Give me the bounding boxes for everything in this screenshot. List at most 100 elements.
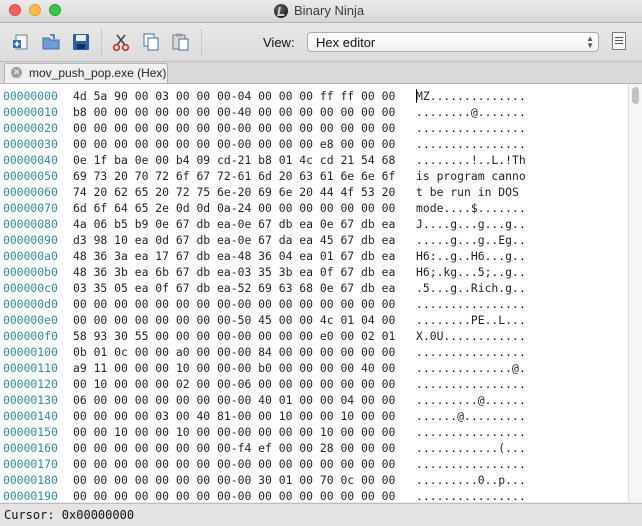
hex-row-bytes[interactable]: d3 98 10 ea 0d 67 db ea-0e 67 da ea 45 6… <box>73 232 395 248</box>
hex-row-address: 000000a0 <box>3 249 58 263</box>
hex-row-address: 00000040 <box>3 153 58 167</box>
cursor-status: Cursor: 0x00000000 <box>4 508 135 522</box>
hex-row-ascii[interactable]: ........@....... <box>416 104 526 120</box>
hex-row-bytes[interactable]: 69 73 20 70 72 6f 67 72-61 6d 20 63 61 6… <box>73 168 395 184</box>
window-title: Binary Ninja <box>294 3 365 18</box>
hex-row-ascii[interactable]: ................ <box>416 488 526 502</box>
hex-row-bytes[interactable]: 03 35 05 ea 0f 67 db ea-52 69 63 68 0e 6… <box>73 280 395 296</box>
hex-row-ascii[interactable]: ................ <box>416 456 526 472</box>
hex-row-ascii[interactable]: is program canno <box>416 168 526 184</box>
hex-row-address: 00000010 <box>3 105 58 119</box>
hex-row-address: 00000080 <box>3 217 58 231</box>
hex-row-ascii[interactable]: .........0..p... <box>416 472 526 488</box>
save-icon[interactable] <box>71 32 91 52</box>
close-tab-icon[interactable]: ✕ <box>11 67 22 78</box>
hex-row-bytes[interactable]: 48 36 3b ea 6b 67 db ea-03 35 3b ea 0f 6… <box>73 264 395 280</box>
hex-row-ascii[interactable]: mode....$....... <box>416 200 526 216</box>
new-file-icon[interactable] <box>12 32 32 52</box>
hex-row-address: 00000130 <box>3 393 58 407</box>
hex-row-bytes[interactable]: 6d 6f 64 65 2e 0d 0d 0a-24 00 00 00 00 0… <box>73 200 395 216</box>
hex-row-bytes[interactable]: 00 00 00 00 00 00 00 00-00 00 00 00 00 0… <box>73 296 395 312</box>
hex-row-bytes[interactable]: a9 11 00 00 00 10 00 00-00 b0 00 00 00 0… <box>73 360 395 376</box>
tab-label: mov_push_pop.exe (Hex) <box>29 66 167 80</box>
hex-row-ascii[interactable]: MZ.............. <box>416 88 526 104</box>
hex-row-bytes[interactable]: 00 00 00 00 00 00 00 00-00 00 00 00 00 0… <box>73 456 395 472</box>
cut-icon[interactable] <box>111 32 131 52</box>
hex-row-address: 00000050 <box>3 169 58 183</box>
hex-row-ascii[interactable]: ................ <box>416 120 526 136</box>
close-window-button[interactable] <box>9 4 21 16</box>
hex-row-bytes[interactable]: 00 00 00 00 00 00 00 00-00 00 00 00 e8 0… <box>73 136 395 152</box>
hex-row-ascii[interactable]: ........!..L.!Th <box>416 152 526 168</box>
toolbar-separator <box>201 29 203 55</box>
hex-row-ascii[interactable]: ......@......... <box>416 408 526 424</box>
text-cursor <box>416 89 417 103</box>
hex-row-address: 00000180 <box>3 473 58 487</box>
hex-row-ascii[interactable]: .....g...g..Eg.. <box>416 232 526 248</box>
hex-row-ascii[interactable]: .5...g..Rich.g.. <box>416 280 526 296</box>
hex-row-address: 000000c0 <box>3 281 58 295</box>
hex-row-bytes[interactable]: b8 00 00 00 00 00 00 00-40 00 00 00 00 0… <box>73 104 395 120</box>
tab-bar: ✕ mov_push_pop.exe (Hex) <box>0 61 642 84</box>
hex-row-bytes[interactable]: 0b 01 0c 00 00 a0 00 00-00 84 00 00 00 0… <box>73 344 395 360</box>
hex-row-address: 00000090 <box>3 233 58 247</box>
hex-row-ascii[interactable]: .........@...... <box>416 392 526 408</box>
view-select[interactable]: Hex editor ▲ ▼ <box>307 32 599 52</box>
hex-row-address: 000000e0 <box>3 313 58 327</box>
paste-icon[interactable] <box>171 32 191 52</box>
hex-row-ascii[interactable]: J....g...g...g.. <box>416 216 526 232</box>
hex-row-ascii[interactable]: ..............@. <box>416 360 526 376</box>
toolbar-separator <box>101 29 103 55</box>
hex-row-address: 000000b0 <box>3 265 58 279</box>
zoom-window-button[interactable] <box>49 4 61 16</box>
title-bar: Binary Ninja <box>0 0 642 23</box>
hex-editor[interactable]: 00000000 4d 5a 90 00 03 00 00 00-04 00 00… <box>0 84 628 502</box>
hex-row-ascii[interactable]: H6;.kg...5;..g.. <box>416 264 526 280</box>
hex-row-bytes[interactable]: 0e 1f ba 0e 00 b4 09 cd-21 b8 01 4c cd 2… <box>73 152 395 168</box>
scrollbar-thumb[interactable] <box>632 87 639 104</box>
status-bar: Cursor: 0x00000000 <box>0 503 642 526</box>
view-label: View: <box>263 35 295 50</box>
hex-row-bytes[interactable]: 00 00 00 00 03 00 40 81-00 00 10 00 00 1… <box>73 408 395 424</box>
hex-row-bytes[interactable]: 00 00 00 00 00 00 00 00-f4 ef 00 00 28 0… <box>73 440 395 456</box>
hex-row-address: 00000160 <box>3 441 58 455</box>
hex-row-ascii[interactable]: H6:..g..H6...g.. <box>416 248 526 264</box>
hex-row-address: 00000150 <box>3 425 58 439</box>
hex-row-ascii[interactable]: ................ <box>416 136 526 152</box>
hex-row-address: 00000120 <box>3 377 58 391</box>
hex-row-bytes[interactable]: 06 00 00 00 00 00 00 00-00 40 01 00 00 0… <box>73 392 395 408</box>
copy-icon[interactable] <box>141 32 161 52</box>
hex-row-bytes[interactable]: 4a 06 b5 b9 0e 67 db ea-0e 67 db ea 0e 6… <box>73 216 395 232</box>
hex-row-address: 00000190 <box>3 489 58 502</box>
hex-row-ascii[interactable]: t be run in DOS <box>416 184 526 200</box>
hex-row-bytes[interactable]: 74 20 62 65 20 72 75 6e-20 69 6e 20 44 4… <box>73 184 395 200</box>
hex-row-ascii[interactable]: ................ <box>416 424 526 440</box>
hex-row-bytes[interactable]: 00 00 00 00 00 00 00 00-00 00 00 00 00 0… <box>73 120 395 136</box>
hex-row-bytes[interactable]: 00 00 00 00 00 00 00 00-50 45 00 00 4c 0… <box>73 312 395 328</box>
hex-row-bytes[interactable]: 48 36 3a ea 17 67 db ea-48 36 04 ea 01 6… <box>73 248 395 264</box>
minimize-window-button[interactable] <box>29 4 41 16</box>
hex-row-ascii[interactable]: X.0U............ <box>416 328 526 344</box>
hex-row-ascii[interactable]: ................ <box>416 376 526 392</box>
hex-row-ascii[interactable]: ........PE..L... <box>416 312 526 328</box>
hex-row-bytes[interactable]: 00 00 00 00 00 00 00 00-00 00 00 00 00 0… <box>73 488 395 502</box>
hex-row-bytes[interactable]: 00 10 00 00 00 02 00 00-06 00 00 00 00 0… <box>73 376 395 392</box>
toolbar: View: Hex editor ▲ ▼ <box>0 23 642 61</box>
hex-row-ascii[interactable]: ............(... <box>416 440 526 456</box>
hex-row-bytes[interactable]: 00 00 00 00 00 00 00 00-00 30 01 00 70 0… <box>73 472 395 488</box>
hex-row-address: 00000030 <box>3 137 58 151</box>
open-file-icon[interactable] <box>41 32 61 52</box>
vertical-scrollbar[interactable] <box>628 84 642 502</box>
tab-hex-view[interactable]: ✕ mov_push_pop.exe (Hex) <box>4 63 168 83</box>
hex-row-bytes[interactable]: 4d 5a 90 00 03 00 00 00-04 00 00 00 ff f… <box>73 88 395 104</box>
hex-row-address: 000000d0 <box>3 297 58 311</box>
sidebar-toggle-icon[interactable] <box>612 32 626 50</box>
hex-row-address: 00000100 <box>3 345 58 359</box>
hex-row-ascii[interactable]: ................ <box>416 344 526 360</box>
hex-row-address: 00000060 <box>3 185 58 199</box>
hex-row-address: 00000140 <box>3 409 58 423</box>
hex-row-address: 00000000 <box>3 89 58 103</box>
hex-row-bytes[interactable]: 00 00 10 00 00 10 00 00-00 00 00 00 10 0… <box>73 424 395 440</box>
hex-row-bytes[interactable]: 58 93 30 55 00 00 00 00-00 00 00 00 e0 0… <box>73 328 395 344</box>
hex-row-ascii[interactable]: ................ <box>416 296 526 312</box>
